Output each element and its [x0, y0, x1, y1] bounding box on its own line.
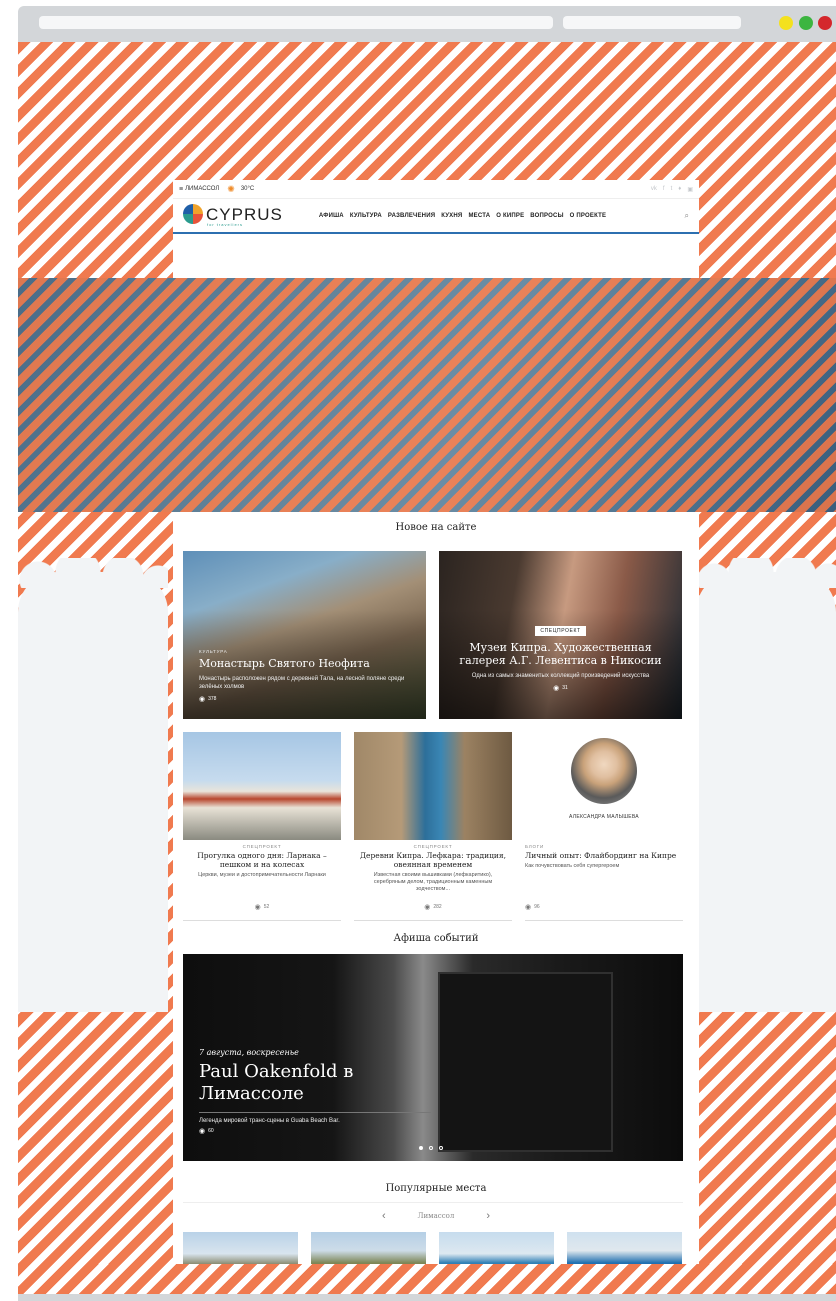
- card-category: СПЕЦПРОЕКТ: [242, 844, 282, 849]
- minimize-button[interactable]: [779, 16, 793, 30]
- view-count: ◉ 96: [525, 904, 540, 911]
- section-divider: [183, 1202, 683, 1203]
- carousel-dot-2[interactable]: [429, 1146, 433, 1150]
- row-divider: [525, 920, 683, 921]
- chevron-right-icon[interactable]: ›: [486, 1210, 490, 1222]
- featured-card-monastery[interactable]: КУЛЬТУРА Монастырь Святого Неофита Монас…: [183, 551, 426, 719]
- vk-icon[interactable]: vk: [651, 186, 657, 193]
- card-description: Церкви, музеи и достопримечательности Ла…: [198, 872, 326, 878]
- view-count: ◉ 31: [553, 685, 568, 692]
- top-bar: ≡ ЛИМАССОЛ ✺ 30°C vk f t ♦ ▣: [173, 180, 699, 199]
- card-category: БЛОГИ: [525, 844, 545, 849]
- carousel-dot-3[interactable]: [439, 1146, 443, 1150]
- event-description: Легенда мировой транс-сцены в Guaba Beac…: [199, 1118, 340, 1124]
- search-icon[interactable]: ⌕: [685, 211, 689, 221]
- card-title[interactable]: Монастырь Святого Неофита: [199, 657, 414, 670]
- browser-chrome: [18, 6, 836, 42]
- special-project-badge: СПЕЦПРОЕКТ: [535, 626, 586, 636]
- site-logo[interactable]: CYPRUS for travellers: [183, 204, 283, 227]
- card-category: КУЛЬТУРА: [199, 649, 228, 654]
- chevron-left-icon[interactable]: ‹: [382, 1210, 386, 1222]
- facebook-icon[interactable]: f: [663, 186, 665, 193]
- author-name[interactable]: АЛЕКСАНДРА МАЛЫШЕВА: [525, 814, 683, 820]
- event-date: 7 августа, воскресенье: [199, 1048, 299, 1057]
- eye-icon: ◉: [199, 1128, 206, 1135]
- browser-frame: ≡ ЛИМАССОЛ ✺ 30°C vk f t ♦ ▣ CYPRUS for …: [0, 0, 836, 1301]
- nav-item-afisha[interactable]: АФИША: [319, 213, 344, 219]
- menu-icon[interactable]: ≡: [179, 186, 183, 193]
- cloud-decoration-right: [696, 558, 836, 1012]
- card-title[interactable]: Прогулка одного дня: Ларнака – пешком и …: [183, 851, 341, 869]
- view-count: ◉ 52: [254, 904, 270, 911]
- instagram-icon[interactable]: ▣: [687, 186, 693, 193]
- nav-item-entertainment[interactable]: РАЗВЛЕЧЕНИЯ: [388, 213, 435, 219]
- eye-icon: ◉: [254, 904, 261, 911]
- card-description: Монастырь расположен рядом с деревней Та…: [199, 676, 405, 690]
- section-title-events: Афиша событий: [393, 933, 479, 944]
- search-bar[interactable]: [563, 16, 741, 29]
- card-title[interactable]: Музеи Кипра. Художественная галерея А.Г.…: [453, 641, 668, 667]
- site-header: CYPRUS for travellers АФИША КУЛЬТУРА РАЗ…: [173, 199, 699, 234]
- nav-item-places[interactable]: МЕСТА: [468, 213, 490, 219]
- lefkara-image: [354, 732, 512, 840]
- eye-icon: ◉: [553, 685, 560, 692]
- section-title-popular: Популярные места: [385, 1183, 487, 1194]
- social-links: vk f t ♦ ▣: [651, 186, 693, 193]
- page-viewport: ≡ ЛИМАССОЛ ✺ 30°C vk f t ♦ ▣ CYPRUS for …: [18, 42, 836, 1294]
- event-banner[interactable]: 7 августа, воскресенье Paul Oakenfold в …: [183, 954, 683, 1161]
- city-selector[interactable]: ЛИМАССОЛ: [185, 186, 219, 192]
- card-description: Известная своими вышивками (лефкаритико)…: [373, 872, 493, 892]
- temperature: 30°C: [240, 186, 255, 192]
- browser-bottom-bar: [18, 1294, 836, 1301]
- larnaca-image: [183, 732, 341, 840]
- popular-city: Лимассол: [417, 1212, 455, 1220]
- twitter-icon[interactable]: ♦: [678, 186, 681, 193]
- author-avatar[interactable]: [571, 738, 637, 804]
- nav-item-cuisine[interactable]: КУХНЯ: [441, 213, 462, 219]
- blog-card-flyboarding[interactable]: АЛЕКСАНДРА МАЛЫШЕВА БЛОГИ Личный опыт: Ф…: [525, 732, 683, 920]
- main-nav: АФИША КУЛЬТУРА РАЗВЛЕЧЕНИЯ КУХНЯ МЕСТА О…: [319, 213, 606, 219]
- address-bar[interactable]: [39, 16, 553, 29]
- eye-icon: ◉: [199, 696, 206, 703]
- tumblr-icon[interactable]: t: [671, 186, 673, 193]
- hero-stripes: [18, 278, 836, 512]
- featured-card-gallery[interactable]: СПЕЦПРОЕКТ Музеи Кипра. Художественная г…: [439, 551, 682, 719]
- view-count: ◉ 60: [199, 1128, 214, 1135]
- carousel-dot-1[interactable]: [419, 1146, 423, 1150]
- nav-item-culture[interactable]: КУЛЬТУРА: [350, 213, 382, 219]
- card-description: Как почувствовать себя супергероем: [525, 863, 620, 869]
- article-card-larnaca[interactable]: СПЕЦПРОЕКТ Прогулка одного дня: Ларнака …: [183, 732, 341, 920]
- nav-item-about-project[interactable]: О ПРОЕКТЕ: [570, 213, 607, 219]
- row-divider: [354, 920, 512, 921]
- article-card-lefkara[interactable]: СПЕЦПРОЕКТ Деревни Кипра. Лефкара: тради…: [354, 732, 512, 920]
- carousel-dots: [419, 1146, 443, 1150]
- event-title[interactable]: Paul Oakenfold в Лимассоле: [199, 1061, 389, 1105]
- maximize-button[interactable]: [799, 16, 813, 30]
- card-category: СПЕЦПРОЕКТ: [413, 844, 453, 849]
- city-switcher: ‹ Лимассол ›: [173, 1210, 699, 1222]
- event-divider: [199, 1112, 431, 1113]
- eye-icon: ◉: [424, 904, 431, 911]
- row-divider: [183, 920, 341, 921]
- view-count: ◉ 282: [424, 904, 442, 911]
- logo-icon: [183, 204, 203, 224]
- close-button[interactable]: [818, 16, 832, 30]
- sun-icon: ✺: [227, 183, 235, 194]
- event-photo-door: [438, 972, 613, 1152]
- card-title[interactable]: Личный опыт: Флайбординг на Кипре: [525, 851, 683, 860]
- card-title[interactable]: Деревни Кипра. Лефкара: традиция, овеянн…: [354, 851, 512, 869]
- striped-footer-band: [18, 1264, 836, 1294]
- view-count: ◉ 378: [199, 696, 217, 703]
- cloud-decoration-left: [18, 558, 168, 1012]
- nav-item-questions[interactable]: ВОПРОСЫ: [530, 213, 563, 219]
- content-area: Новое на сайте КУЛЬТУРА Монастырь Святог…: [173, 512, 699, 1294]
- card-description: Одна из самых знаменитых коллекций произ…: [471, 673, 650, 679]
- hero-banner[interactable]: [18, 278, 836, 512]
- eye-icon: ◉: [525, 904, 532, 911]
- nav-item-about-cyprus[interactable]: О КИПРЕ: [496, 213, 524, 219]
- section-title-new: Новое на сайте: [395, 522, 477, 533]
